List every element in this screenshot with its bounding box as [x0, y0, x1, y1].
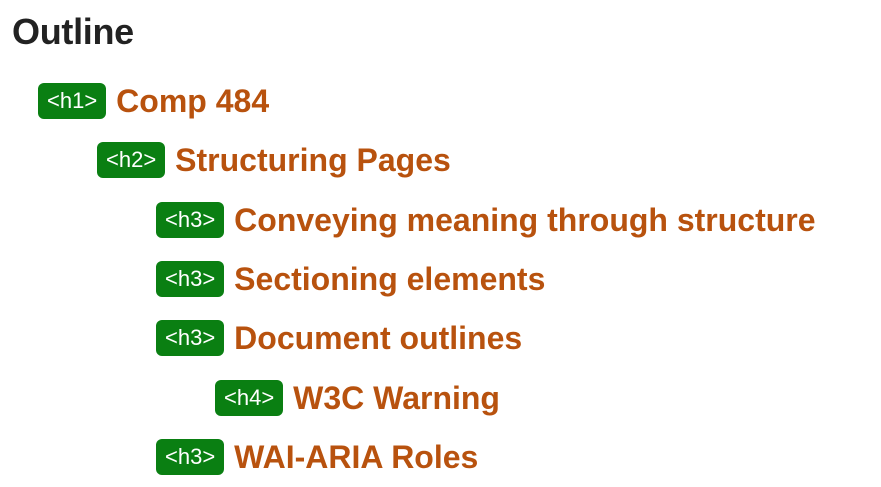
outline-link-wai-aria-roles[interactable]: WAI-ARIA Roles: [234, 435, 478, 479]
heading-level-badge: <h4>: [215, 380, 284, 416]
outline-link-w3c-warning[interactable]: W3C Warning: [293, 376, 500, 420]
heading-level-badge: <h3>: [156, 320, 225, 356]
outline-link-sectioning-elements[interactable]: Sectioning elements: [234, 257, 545, 301]
outline-item-h1: <h1> Comp 484: [38, 79, 269, 123]
outline-item-h2: <h2> Structuring Pages: [97, 138, 451, 182]
outline-panel: Outline <h1> Comp 484 <h2> Structuring P…: [0, 0, 881, 487]
heading-level-badge: <h3>: [156, 261, 225, 297]
outline-item-h4: <h4> W3C Warning: [215, 376, 500, 420]
outline-item-h3: <h3> Conveying meaning through structure: [156, 198, 816, 242]
outline-link-comp-484[interactable]: Comp 484: [116, 79, 269, 123]
heading-level-badge: <h1>: [38, 83, 107, 119]
outline-title: Outline: [12, 11, 134, 52]
heading-level-badge: <h3>: [156, 439, 225, 475]
outline-link-document-outlines[interactable]: Document outlines: [234, 316, 522, 360]
outline-item-h3: <h3> Document outlines: [156, 316, 522, 360]
outline-link-conveying-meaning[interactable]: Conveying meaning through structure: [234, 198, 815, 242]
outline-item-h3: <h3> WAI-ARIA Roles: [156, 435, 478, 479]
heading-level-badge: <h2>: [97, 142, 166, 178]
heading-level-badge: <h3>: [156, 202, 225, 238]
outline-item-h3: <h3> Sectioning elements: [156, 257, 545, 301]
outline-link-structuring-pages[interactable]: Structuring Pages: [175, 138, 451, 182]
